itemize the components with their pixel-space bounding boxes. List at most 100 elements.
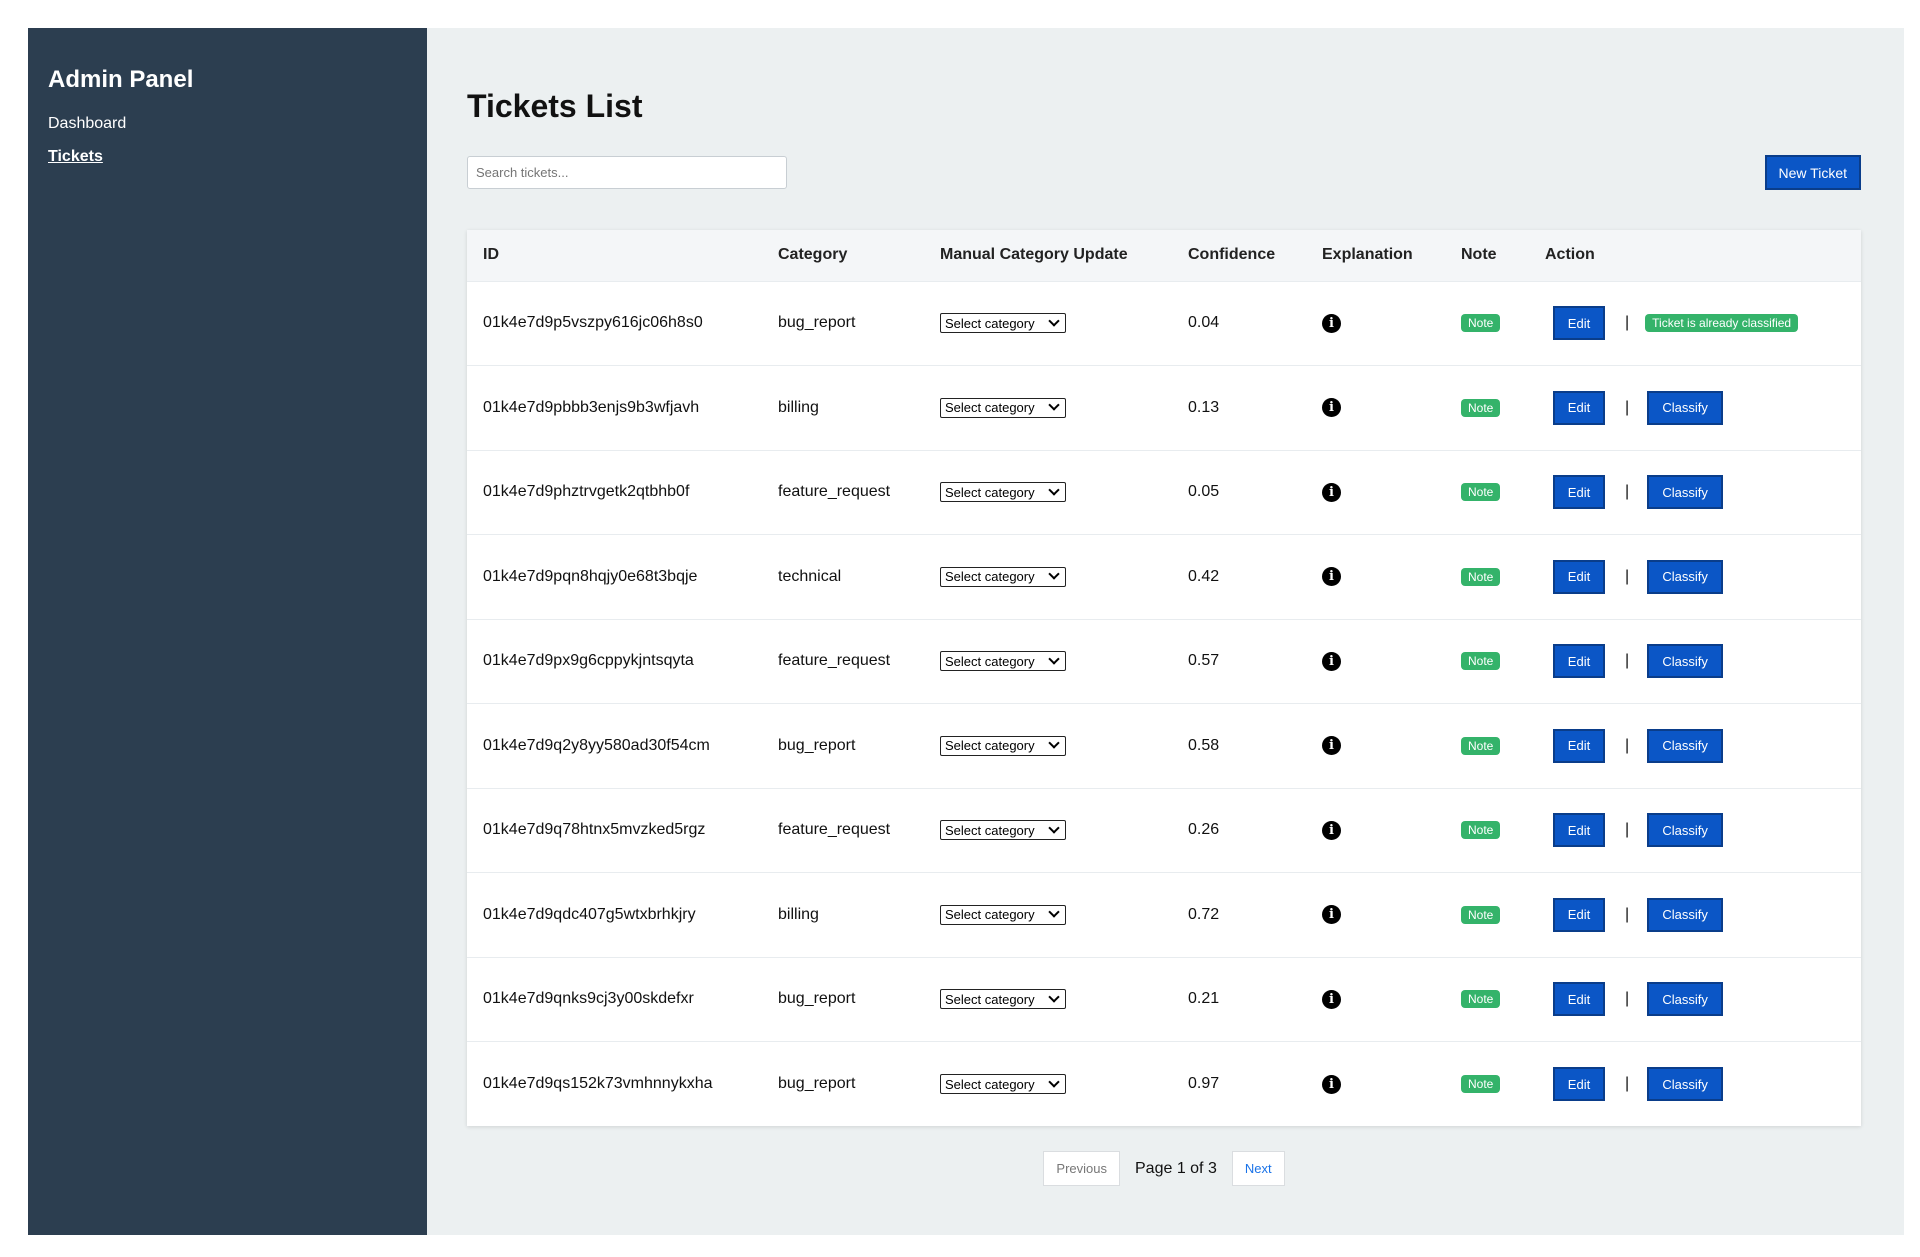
classify-button[interactable]: Classify bbox=[1647, 559, 1724, 594]
edit-button[interactable]: Edit bbox=[1553, 982, 1605, 1017]
ticket-category: feature_request bbox=[778, 483, 891, 501]
category-select[interactable]: Select category bbox=[940, 566, 1066, 587]
classify-button[interactable]: Classify bbox=[1647, 728, 1724, 763]
note-badge[interactable]: Note bbox=[1461, 398, 1501, 417]
search-input[interactable] bbox=[467, 156, 787, 189]
classify-button[interactable]: Classify bbox=[1647, 897, 1724, 932]
note-cell: Note bbox=[1445, 1042, 1529, 1127]
edit-button[interactable]: Edit bbox=[1553, 813, 1605, 848]
note-badge[interactable]: Note bbox=[1461, 990, 1501, 1009]
action-cell: Edit | Classify bbox=[1529, 1042, 1861, 1127]
ticket-confidence: 0.04 bbox=[1188, 314, 1220, 332]
note-badge[interactable]: Note bbox=[1461, 483, 1501, 502]
next-page-button[interactable]: Next bbox=[1231, 1151, 1285, 1186]
explanation-cell: i bbox=[1306, 366, 1445, 451]
note-cell: Note bbox=[1445, 704, 1529, 789]
category-select[interactable]: Select category bbox=[940, 989, 1066, 1010]
category-select-label: Select category bbox=[945, 484, 1035, 500]
note-badge[interactable]: Note bbox=[1461, 821, 1501, 840]
action-cell: Edit | Classify bbox=[1529, 873, 1861, 958]
chevron-down-icon bbox=[1048, 484, 1060, 496]
category-select[interactable]: Select category bbox=[940, 735, 1066, 756]
ticket-confidence: 0.42 bbox=[1188, 567, 1220, 585]
classify-button[interactable]: Classify bbox=[1647, 813, 1724, 848]
edit-button[interactable]: Edit bbox=[1553, 306, 1605, 341]
info-icon[interactable]: i bbox=[1322, 651, 1341, 671]
ticket-confidence: 0.58 bbox=[1188, 736, 1220, 754]
ticket-id: 01k4e7d9q78htnx5mvzked5rgz bbox=[483, 821, 706, 839]
ticket-id: 01k4e7d9qs152k73vmhnnykxha bbox=[483, 1075, 713, 1092]
header-id: ID bbox=[483, 246, 499, 264]
edit-button[interactable]: Edit bbox=[1553, 728, 1605, 763]
chevron-down-icon bbox=[1048, 568, 1060, 580]
category-select[interactable]: Select category bbox=[940, 651, 1066, 672]
classify-button[interactable]: Classify bbox=[1647, 982, 1724, 1017]
edit-button[interactable]: Edit bbox=[1553, 559, 1605, 594]
category-select[interactable]: Select category bbox=[940, 904, 1066, 925]
sidebar-item-dashboard[interactable]: Dashboard bbox=[48, 115, 407, 133]
ticket-id: 01k4e7d9pbbb3enjs9b3wfjavh bbox=[483, 398, 700, 416]
category-select[interactable]: Select category bbox=[940, 820, 1066, 841]
info-icon[interactable]: i bbox=[1322, 482, 1341, 502]
table-row: 01k4e7d9qdc407g5wtxbrhkjry billing Selec… bbox=[467, 872, 1861, 958]
previous-page-button[interactable]: Previous bbox=[1043, 1151, 1120, 1186]
info-icon[interactable]: i bbox=[1322, 989, 1341, 1009]
action-separator: | bbox=[1625, 314, 1630, 332]
ticket-id: 01k4e7d9pqn8hqjy0e68t3bqje bbox=[483, 567, 698, 585]
manual-category-cell: Select category bbox=[924, 873, 1172, 958]
info-icon[interactable]: i bbox=[1322, 567, 1341, 587]
note-badge[interactable]: Note bbox=[1461, 314, 1501, 333]
edit-button[interactable]: Edit bbox=[1553, 644, 1605, 679]
info-icon[interactable]: i bbox=[1322, 1074, 1341, 1094]
category-select[interactable]: Select category bbox=[940, 313, 1066, 334]
page-title: Tickets List bbox=[467, 88, 643, 124]
action-group: Edit | Classify bbox=[1545, 1067, 1845, 1101]
category-select[interactable]: Select category bbox=[940, 397, 1066, 418]
category-select-label: Select category bbox=[945, 907, 1035, 923]
explanation-cell: i bbox=[1306, 873, 1445, 958]
action-group: Edit | Classify bbox=[1545, 559, 1845, 594]
classify-button[interactable]: Classify bbox=[1647, 1067, 1724, 1101]
note-badge[interactable]: Note bbox=[1461, 652, 1501, 671]
classify-button[interactable]: Classify bbox=[1647, 390, 1724, 425]
classify-button[interactable]: Classify bbox=[1647, 475, 1724, 510]
info-icon[interactable]: i bbox=[1322, 398, 1341, 418]
chevron-down-icon bbox=[1048, 653, 1060, 665]
note-badge[interactable]: Note bbox=[1461, 1075, 1501, 1093]
edit-button[interactable]: Edit bbox=[1553, 475, 1605, 510]
new-ticket-button[interactable]: New Ticket bbox=[1764, 155, 1861, 190]
info-icon[interactable]: i bbox=[1322, 820, 1341, 840]
action-group: Edit | Classify bbox=[1545, 897, 1845, 932]
action-cell: Edit | Classify bbox=[1529, 619, 1861, 704]
header-manual-category-update: Manual Category Update bbox=[940, 246, 1128, 264]
ticket-category: bug_report bbox=[778, 736, 856, 754]
ticket-confidence: 0.72 bbox=[1188, 905, 1220, 923]
chevron-down-icon bbox=[1048, 1075, 1060, 1088]
info-icon[interactable]: i bbox=[1322, 313, 1341, 333]
info-icon[interactable]: i bbox=[1322, 905, 1341, 925]
classify-button[interactable]: Classify bbox=[1647, 644, 1724, 679]
category-select-label: Select category bbox=[945, 1076, 1035, 1092]
info-icon[interactable]: i bbox=[1322, 736, 1341, 756]
sidebar-item-tickets[interactable]: Tickets bbox=[48, 148, 407, 166]
ticket-confidence: 0.21 bbox=[1188, 990, 1220, 1008]
note-cell: Note bbox=[1445, 366, 1529, 451]
note-badge[interactable]: Note bbox=[1461, 567, 1501, 586]
note-badge[interactable]: Note bbox=[1461, 905, 1501, 924]
category-select[interactable]: Select category bbox=[940, 1074, 1066, 1094]
category-select-label: Select category bbox=[945, 822, 1035, 838]
note-badge[interactable]: Note bbox=[1461, 736, 1501, 755]
edit-button[interactable]: Edit bbox=[1553, 897, 1605, 932]
sidebar-title: Admin Panel bbox=[48, 66, 194, 93]
edit-button[interactable]: Edit bbox=[1553, 390, 1605, 425]
ticket-id: 01k4e7d9phztrvgetk2qtbhb0f bbox=[483, 483, 690, 501]
header-category: Category bbox=[778, 246, 848, 264]
note-cell: Note bbox=[1445, 281, 1529, 366]
explanation-cell: i bbox=[1306, 957, 1445, 1042]
action-cell: Edit | Classify bbox=[1529, 957, 1861, 1042]
edit-button[interactable]: Edit bbox=[1553, 1067, 1605, 1101]
table-row: 01k4e7d9q2y8yy580ad30f54cm bug_report Se… bbox=[467, 703, 1861, 789]
category-select-label: Select category bbox=[945, 315, 1035, 331]
manual-category-cell: Select category bbox=[924, 619, 1172, 704]
category-select[interactable]: Select category bbox=[940, 482, 1066, 503]
